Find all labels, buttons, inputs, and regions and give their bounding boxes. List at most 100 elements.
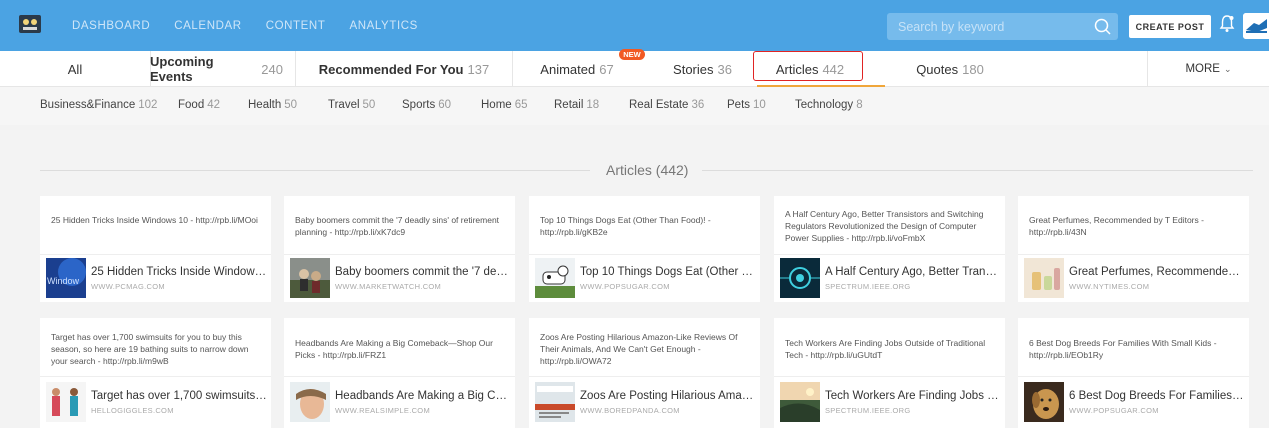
card-thumbnail [1024,258,1064,298]
category-sports[interactable]: Sports 60 [402,99,451,111]
category-label: Business&Finance [40,99,136,111]
card-title[interactable]: Zoos Are Posting Hilarious Amazon-L... [580,390,756,402]
card-thumbnail [780,382,820,422]
create-post-button[interactable]: CREATE POST [1129,15,1211,38]
divider [702,170,1253,171]
tab-animated-label: Animated [540,61,596,77]
category-label: Technology [795,99,854,111]
category-technology[interactable]: Technology 8 [795,99,863,111]
category-pets[interactable]: Pets 10 [727,99,766,111]
card-thumbnail: Window [46,258,86,298]
nav-content[interactable]: CONTENT [266,20,326,32]
card-source: SPECTRUM.IEEE.ORG [825,406,911,415]
category-count: 8 [856,99,863,111]
article-card[interactable]: Headbands Are Making a Big Comeback—Shop… [284,318,515,428]
card-post-text: 25 Hidden Tricks Inside Windows 10 - htt… [51,215,258,225]
search-placeholder: Search by keyword [898,20,1005,34]
thumbnail-text: Window [47,276,80,286]
card-thumbnail [535,382,575,422]
category-count: 60 [438,99,452,111]
more-menu-button[interactable]: MORE ⌄ [1147,51,1269,87]
tab-all[interactable]: All [0,51,150,87]
category-count: 65 [514,99,528,111]
category-count: 42 [207,99,221,111]
category-real-estate[interactable]: Real Estate 36 [629,99,704,111]
search-icon[interactable] [1093,17,1112,36]
active-tab-highlight [753,51,863,81]
category-label: Sports [402,99,436,111]
category-count: 50 [362,99,376,111]
card-post-text: Zoos Are Posting Hilarious Amazon-Like R… [540,332,738,366]
more-label: MORE [1185,63,1220,75]
category-count: 50 [284,99,298,111]
avatar[interactable] [1243,13,1269,39]
bell-icon[interactable] [1219,14,1235,39]
category-count: 102 [138,99,158,111]
card-thumbnail [290,258,330,298]
card-source: SPECTRUM.IEEE.ORG [825,282,911,291]
article-card[interactable]: Great Perfumes, Recommended by T Editors… [1018,196,1249,302]
article-card[interactable]: Top 10 Things Dogs Eat (Other Than Food)… [529,196,760,302]
article-card[interactable]: 6 Best Dog Breeds For Families With Smal… [1018,318,1249,428]
card-title[interactable]: 25 Hidden Tricks Inside Windows 10 ... [91,266,267,278]
chevron-down-icon: ⌄ [1223,63,1232,74]
card-source: WWW.POPSUGAR.COM [580,282,670,291]
card-post-text: Tech Workers Are Finding Jobs Outside of… [785,338,986,360]
category-label: Pets [727,99,751,111]
category-label: Retail [554,99,584,111]
tab-all-label: All [67,61,83,77]
category-retail[interactable]: Retail 18 [554,99,599,111]
tab-stories-count: 36 [717,61,732,77]
tab-stories[interactable]: Stories 36 [650,51,755,87]
nav-dashboard[interactable]: DASHBOARD [72,20,150,32]
category-business-finance[interactable]: Business&Finance 102 [40,99,157,111]
article-card[interactable]: Zoos Are Posting Hilarious Amazon-Like R… [529,318,760,428]
card-source: WWW.BOREDPANDA.COM [580,406,680,415]
article-card[interactable]: Baby boomers commit the '7 deadly sins' … [284,196,515,302]
card-source: WWW.REALSIMPLE.COM [335,406,430,415]
card-title[interactable]: Great Perfumes, Recommended by T ... [1069,266,1245,278]
card-title[interactable]: Headbands Are Making a Big Comeb... [335,390,511,402]
tab-upcoming-label: Upcoming Events [150,54,214,84]
tab-quotes[interactable]: Quotes 180 [895,51,1005,87]
logo-icon[interactable] [17,12,43,36]
category-travel[interactable]: Travel 50 [328,99,375,111]
card-title[interactable]: Target has over 1,700 swimsuits for y... [91,390,267,402]
card-post-text: Target has over 1,700 swimsuits for you … [51,332,249,366]
nav-calendar[interactable]: CALENDAR [174,20,241,32]
card-thumbnail [290,382,330,422]
nav-analytics[interactable]: ANALYTICS [349,20,417,32]
category-label: Home [481,99,512,111]
tab-quotes-label: Quotes [916,61,959,77]
card-source: WWW.POPSUGAR.COM [1069,406,1159,415]
category-health[interactable]: Health 50 [248,99,297,111]
category-filter-bar: Business&Finance 102 Food 42 Health 50 Trav… [0,87,1269,125]
card-source: WWW.PCMAG.COM [91,282,165,291]
tab-upcoming-events[interactable]: Upcoming Events 240 [150,51,283,87]
category-label: Health [248,99,282,111]
category-count: 18 [586,99,600,111]
card-title[interactable]: Baby boomers commit the '7 deadly s... [335,266,511,278]
top-navbar: DASHBOARD CALENDAR CONTENT ANALYTICS Sea… [0,0,1269,51]
category-label: Real Estate [629,99,689,111]
card-post-text: Baby boomers commit the '7 deadly sins' … [295,215,500,237]
article-card[interactable]: A Half Century Ago, Better Transistors a… [774,196,1005,302]
card-title[interactable]: Top 10 Things Dogs Eat (Other Than ... [580,266,756,278]
card-post-text: A Half Century Ago, Better Transistors a… [785,209,984,243]
article-card[interactable]: Tech Workers Are Finding Jobs Outside of… [774,318,1005,428]
article-card[interactable]: 25 Hidden Tricks Inside Windows 10 - htt… [40,196,271,302]
search-input[interactable]: Search by keyword [887,13,1118,40]
card-title[interactable]: A Half Century Ago, Better Transistor... [825,266,1001,278]
category-home[interactable]: Home 65 [481,99,527,111]
card-thumbnail [535,258,575,298]
category-food[interactable]: Food 42 [178,99,220,111]
card-post-text: Top 10 Things Dogs Eat (Other Than Food)… [540,215,711,237]
category-label: Food [178,99,205,111]
tab-recommended[interactable]: Recommended For You 137 [296,51,512,87]
article-card[interactable]: Target has over 1,700 swimsuits for you … [40,318,271,428]
tab-upcoming-count: 240 [261,61,283,77]
card-title[interactable]: Tech Workers Are Finding Jobs Outsi... [825,390,1001,402]
card-post-text: 6 Best Dog Breeds For Families With Smal… [1029,338,1217,360]
category-count: 10 [753,99,766,111]
card-title[interactable]: 6 Best Dog Breeds For Families With ... [1069,390,1245,402]
